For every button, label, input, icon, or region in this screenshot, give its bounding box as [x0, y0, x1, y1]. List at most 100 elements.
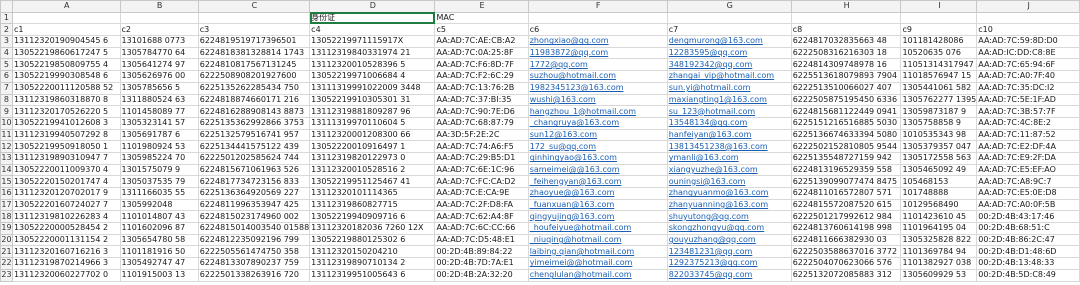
row-header[interactable]: 12 — [0, 140, 13, 153]
column-header[interactable]: I — [900, 0, 978, 13]
row-header[interactable]: 17 — [0, 198, 13, 212]
cell[interactable]: 6224811016572807 571 — [790, 187, 902, 200]
cell[interactable]: 1305985224 70 — [119, 151, 199, 165]
cell[interactable]: 6224819519717396501 — [197, 35, 311, 48]
cell[interactable]: zhangyuanmo@163.com — [666, 187, 792, 200]
cell[interactable]: 1305762277 1395 — [900, 93, 978, 107]
cell[interactable]: 13112320010528516 2 — [309, 163, 436, 177]
cell[interactable]: AA:3D:5F:2E:2C — [434, 128, 529, 142]
cell[interactable]: 6224818381328814 1743 — [197, 46, 311, 60]
cell[interactable]: 6224812235092196 799 — [197, 233, 311, 247]
cell[interactable]: 13112320120702017 9 — [11, 187, 121, 200]
cell[interactable]: 6222502152810805 9544 — [790, 140, 902, 153]
cell[interactable]: qingyujing@163.com — [527, 210, 668, 224]
cell[interactable]: 13052219860617247 5 — [11, 46, 121, 60]
cell[interactable]: 1305441061 582 — [900, 81, 978, 95]
row-header[interactable]: 19 — [0, 222, 13, 235]
cell[interactable]: 身份证 — [309, 11, 436, 25]
cell[interactable]: 11983872@qq.com — [527, 46, 668, 60]
cell[interactable]: 1305785656 5 — [119, 81, 199, 95]
cell[interactable] — [527, 11, 668, 25]
cell[interactable]: 13548134@qq.com — [666, 116, 792, 130]
cell[interactable]: 6222501202585624 744 — [197, 151, 311, 165]
cell[interactable]: 00:2D:4B:43:17:46 — [976, 210, 1080, 224]
row-header[interactable]: 5 — [0, 58, 13, 72]
cell[interactable]: 00:2D:4B:D1:48:6D — [976, 245, 1080, 259]
row-header[interactable]: 6 — [0, 70, 13, 83]
cell[interactable]: c9 — [900, 23, 978, 37]
cell[interactable]: c5 — [434, 23, 529, 37]
cell[interactable]: 6224813760614198 998 — [790, 222, 902, 235]
cell[interactable]: 13052220001131154 2 — [11, 233, 121, 247]
cell[interactable]: AA:AD:7C:6E:1C:96 — [434, 163, 529, 177]
column-header[interactable]: H — [790, 0, 902, 13]
cell[interactable]: laibing.qian@hotmail.com — [527, 245, 668, 259]
cell[interactable]: AA:AD:7C:AE:CB:A2 — [434, 35, 529, 48]
cell[interactable]: 13112320101114365 — [309, 187, 436, 200]
cell[interactable]: 1305037535 79 — [119, 175, 199, 188]
cell[interactable]: 1101181916 50 — [119, 245, 199, 259]
cell[interactable]: wushi@163.com — [527, 93, 668, 107]
cell[interactable]: maxiangting1@163.com — [666, 93, 792, 107]
cell[interactable]: 6225135548727159 942 — [790, 151, 902, 165]
cell[interactable]: c1 — [11, 23, 121, 37]
cell[interactable]: 6224813196529359 558 — [790, 163, 902, 177]
cell[interactable]: 13052220011120588 52 — [11, 81, 121, 95]
cell[interactable]: 6225135362992866 3753 — [197, 116, 311, 130]
cell[interactable]: 1305379357 047 — [900, 140, 978, 153]
cell[interactable]: 13112320170526220 5 — [11, 105, 121, 118]
cell[interactable]: 1305654780 58 — [119, 233, 199, 247]
cell[interactable]: 6224815572087520 615 — [790, 198, 902, 212]
cell[interactable]: AA:AD:7C:FC:CA:D2 — [434, 175, 529, 188]
cell[interactable]: 822033745@qq.com — [666, 268, 792, 282]
cell[interactable]: AA:AD:7C:E2:DF:4A — [976, 140, 1080, 153]
cell[interactable]: 6222508316216303 18 — [790, 46, 902, 60]
cell[interactable]: 13052219940909716 6 — [309, 210, 436, 224]
cell[interactable]: AA:AD:7C:E5:0E:D8 — [976, 187, 1080, 200]
cell[interactable]: 6222513510066027 407 — [790, 81, 902, 95]
cell[interactable]: 6225151216516885 5030 — [790, 116, 902, 130]
column-header[interactable]: G — [666, 0, 792, 13]
cell[interactable]: c10 — [976, 23, 1080, 37]
cell[interactable]: xiangyuzhe@163.com — [666, 163, 792, 177]
cell[interactable]: yimeimei@@hotmail.com — [527, 257, 668, 270]
cell[interactable]: AA:AD:7C:4C:8E:2 — [976, 116, 1080, 130]
cell[interactable] — [976, 11, 1080, 25]
cell[interactable]: 13112319840331974 21 — [309, 46, 436, 60]
cell[interactable]: 172_su@qq.com — [527, 140, 668, 153]
cell[interactable]: AA:AD:7C:5E:1F:AD — [976, 93, 1080, 107]
cell[interactable]: AA:AD:7C:F6:8D:7F — [434, 58, 529, 72]
row-header[interactable]: 18 — [0, 210, 13, 224]
cell[interactable]: 6222501217992612 984 — [790, 210, 902, 224]
cell[interactable]: 13052220011009370 4 — [11, 163, 121, 177]
cell[interactable]: 1305465092 49 — [900, 163, 978, 177]
cell[interactable]: 6224817032835663 48 — [790, 35, 902, 48]
cell[interactable]: 6222505561474750 358 — [197, 245, 311, 259]
cell[interactable]: AA:AD:7C:E:CA:9E — [434, 187, 529, 200]
cell[interactable]: 00:2D:4B:7D:7A:E1 — [434, 257, 529, 270]
cell[interactable]: 11051314317947 — [900, 58, 978, 72]
cell[interactable]: 13112319951005643 6 — [309, 268, 436, 282]
cell[interactable]: AA:AD:7C:68:87:79 — [434, 116, 529, 130]
cell[interactable]: 1305784770 64 — [119, 46, 199, 60]
cell[interactable]: 101181428086 — [900, 35, 978, 48]
cell[interactable]: 13813451238@163.com — [666, 140, 792, 153]
cell[interactable]: 6224815681122449 0941 — [790, 105, 902, 118]
row-header[interactable]: 15 — [0, 175, 13, 188]
cell[interactable]: ymanli@163.com — [666, 151, 792, 165]
cell[interactable]: 1010535343 98 — [900, 128, 978, 142]
cell[interactable]: 13052220160724027 7 — [11, 198, 121, 212]
cell[interactable]: c6 — [527, 23, 668, 37]
cell[interactable]: AA:AD:7C:59:8D:D0 — [976, 35, 1080, 48]
cell[interactable]: shuyutong@qq.com — [666, 210, 792, 224]
cell[interactable]: AA:AD:7C:6C:CC:66 — [434, 222, 529, 235]
cell[interactable]: AA:AD:IC:DD:C8:8E — [976, 46, 1080, 60]
cell[interactable]: AA:AD:7C:A0:7F:40 — [976, 70, 1080, 83]
cell[interactable]: 6225134441575122 439 — [197, 140, 311, 153]
row-header[interactable]: 1 — [0, 11, 13, 25]
row-header[interactable]: 10 — [0, 116, 13, 130]
cell[interactable]: c8 — [790, 23, 902, 37]
column-header[interactable]: E — [434, 0, 529, 13]
cell[interactable]: AA:AD:7C:3B:57:7F — [976, 105, 1080, 118]
cell[interactable]: su_123@hotmail.com — [666, 105, 792, 118]
